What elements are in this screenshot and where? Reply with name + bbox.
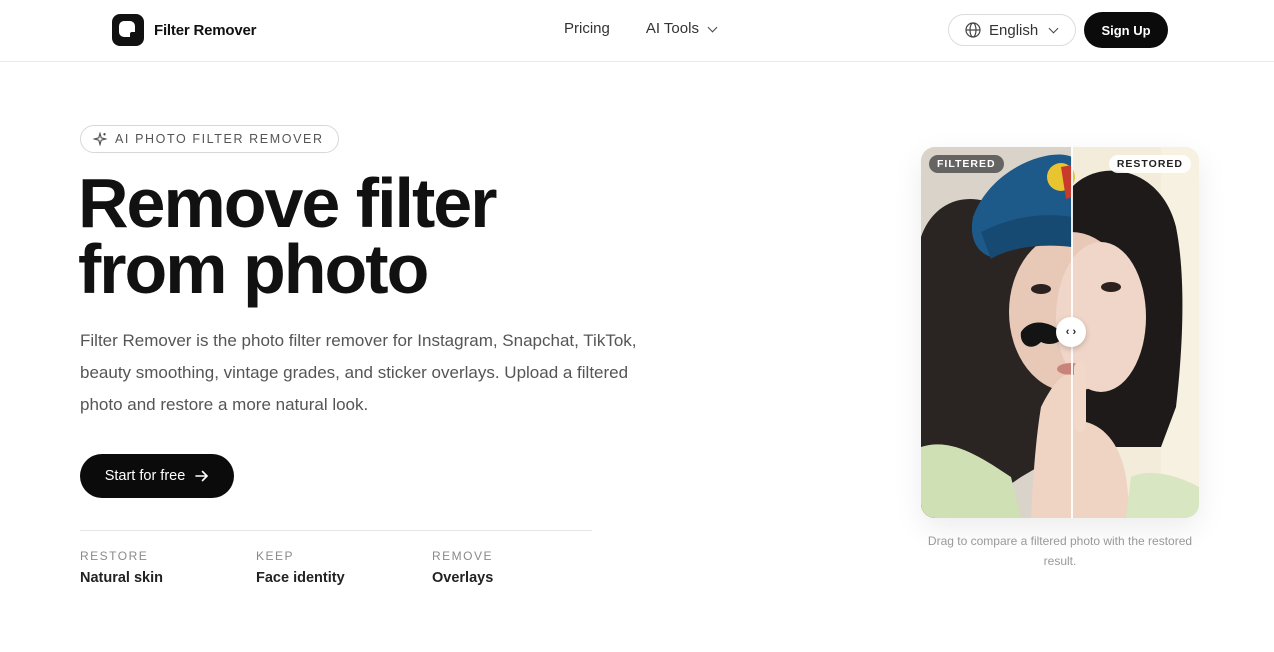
arrow-right-icon — [195, 470, 209, 482]
cta-label: Start for free — [104, 468, 186, 484]
chevron-down-icon — [1048, 23, 1059, 34]
stat-remove: REMOVE Overlays — [432, 549, 608, 586]
hero-title-line-2: from photo — [78, 230, 429, 308]
hero-title: Remove filter from photo — [78, 164, 598, 308]
stats-divider — [80, 530, 592, 531]
sign-up-button[interactable]: Sign Up — [1084, 12, 1168, 48]
chevron-down-icon — [707, 22, 718, 32]
brand-logo-icon — [112, 14, 144, 46]
globe-icon — [965, 22, 981, 38]
stat-keep: KEEP Face identity — [256, 549, 432, 586]
hero-title-line-1: Remove filter — [78, 164, 497, 242]
restored-tag: RESTORED — [1108, 155, 1191, 173]
nav-item-label: Pricing — [564, 20, 610, 37]
nav-item-ai-tools[interactable]: AI Tools — [645, 20, 718, 37]
stat-value: Overlays — [432, 570, 494, 586]
stat-restore: RESTORE Natural skin — [80, 549, 256, 586]
site-header: Filter Remover Pricing AI Tools English … — [0, 0, 1274, 62]
hero-description: Filter Remover is the photo filter remov… — [80, 331, 637, 414]
hero-badge: AI PHOTO FILTER REMOVER — [80, 125, 339, 153]
main-nav: Pricing AI Tools — [564, 20, 718, 37]
stat-label: KEEP — [256, 549, 295, 563]
language-selector[interactable]: English — [948, 14, 1076, 46]
stat-value: Natural skin — [80, 570, 163, 586]
stat-value: Face identity — [256, 570, 345, 586]
language-label: English — [989, 21, 1039, 39]
brand-name: Filter Remover — [154, 21, 257, 39]
before-after-compare-slider[interactable]: FILTERED RESTORED ‹ › — [921, 147, 1199, 518]
hero-badge-label: AI PHOTO FILTER REMOVER — [115, 132, 324, 146]
feature-stats: RESTORE Natural skin KEEP Face identity … — [80, 549, 608, 586]
stat-label: RESTORE — [80, 549, 149, 563]
nav-item-label: AI Tools — [645, 20, 699, 37]
compare-caption: Drag to compare a filtered photo with th… — [927, 534, 1193, 568]
start-for-free-button[interactable]: Start for free — [80, 454, 234, 498]
compare-drag-handle[interactable]: ‹ › — [1056, 317, 1086, 347]
sparkle-icon — [93, 132, 107, 146]
brand-logo-link[interactable]: Filter Remover — [112, 14, 256, 46]
stat-label: REMOVE — [432, 549, 494, 563]
nav-item-pricing[interactable]: Pricing — [564, 20, 610, 37]
filtered-tag: FILTERED — [929, 155, 1004, 173]
